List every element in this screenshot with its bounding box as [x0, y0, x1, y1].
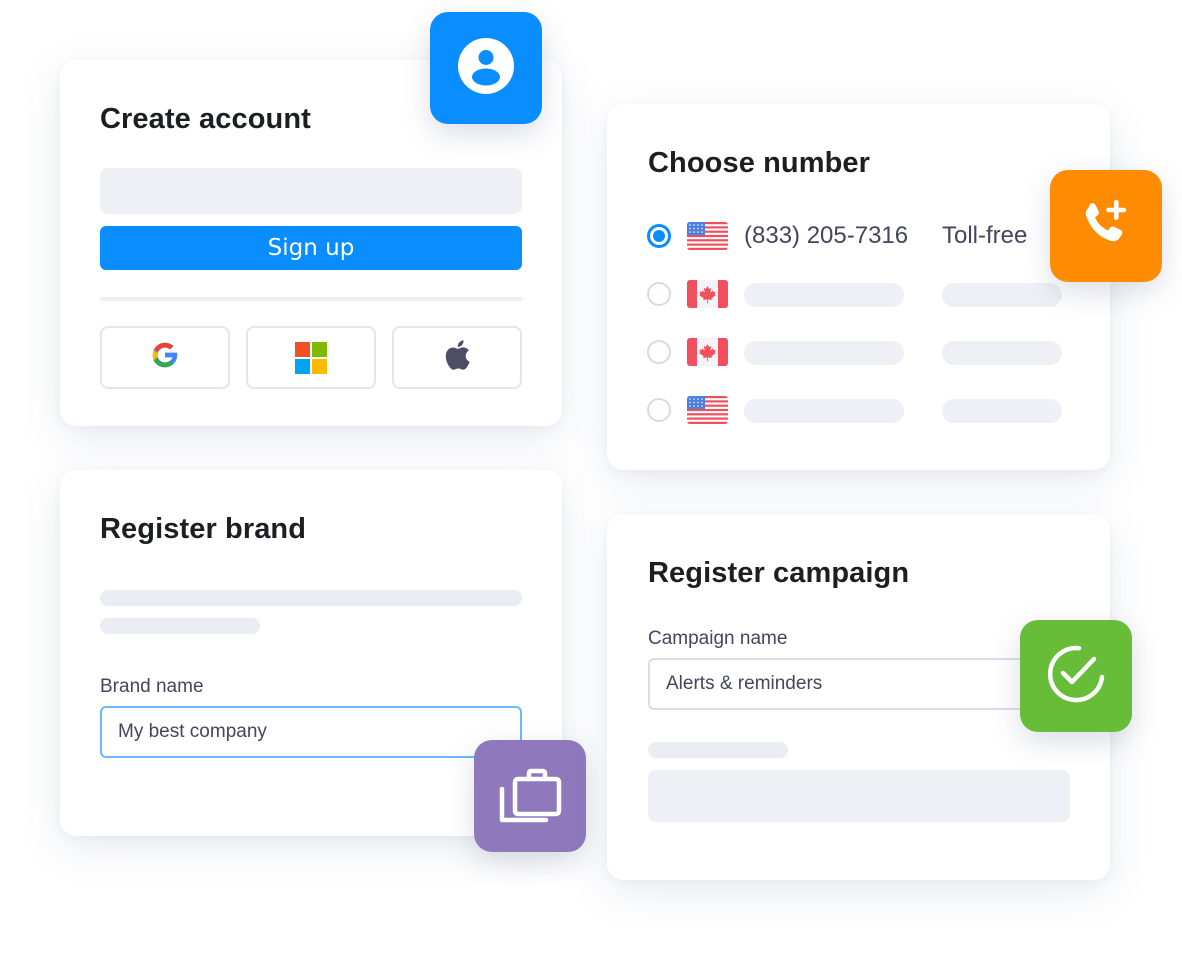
choose-number-title: Choose number [648, 147, 871, 179]
canada-flag-icon [687, 338, 728, 366]
account-badge [430, 12, 542, 124]
field-input-placeholder[interactable] [648, 770, 1070, 822]
number-radio-selected[interactable] [647, 224, 671, 248]
us-flag-icon [687, 396, 728, 424]
register-brand-title: Register brand [100, 513, 307, 545]
number-radio[interactable] [647, 398, 671, 422]
check-circle-icon [1046, 644, 1106, 709]
number-radio[interactable] [647, 340, 671, 364]
brand-badge [474, 740, 586, 852]
description-placeholder-line [100, 590, 522, 606]
briefcase-stack-icon [498, 764, 562, 829]
microsoft-signin-button[interactable] [246, 326, 376, 389]
campaign-name-label: Campaign name [648, 628, 788, 649]
number-option-row[interactable] [607, 396, 1110, 426]
campaign-badge [1020, 620, 1132, 732]
user-circle-icon [457, 37, 515, 100]
number-type: Toll-free [942, 222, 1028, 249]
email-field-placeholder[interactable] [100, 168, 522, 214]
choose-number-card: Choose number (833) 205-7316 Toll-free [607, 104, 1110, 470]
phone-number: (833) 205-7316 [744, 222, 909, 249]
us-flag-icon [687, 222, 728, 250]
field-label-placeholder [648, 742, 788, 758]
divider [100, 297, 522, 301]
microsoft-icon [295, 341, 327, 374]
brand-name-label: Brand name [100, 676, 204, 697]
sign-up-button[interactable]: Sign up [100, 226, 522, 270]
number-option-row[interactable] [607, 280, 1110, 310]
phone-add-icon [1078, 196, 1134, 257]
type-placeholder [942, 399, 1062, 423]
google-icon [149, 339, 181, 376]
type-placeholder [942, 283, 1062, 307]
description-placeholder-line [100, 618, 260, 634]
type-placeholder [942, 341, 1062, 365]
campaign-name-value: Alerts & reminders [666, 673, 823, 694]
google-signin-button[interactable] [100, 326, 230, 389]
number-option-row[interactable]: (833) 205-7316 Toll-free [607, 222, 1110, 252]
apple-icon [442, 339, 472, 376]
create-account-title: Create account [100, 103, 311, 135]
brand-name-input[interactable]: My best company [100, 706, 522, 758]
register-campaign-title: Register campaign [648, 557, 910, 589]
number-option-row[interactable] [607, 338, 1110, 368]
apple-signin-button[interactable] [392, 326, 522, 389]
number-placeholder [744, 341, 904, 365]
phone-badge [1050, 170, 1162, 282]
number-placeholder [744, 283, 904, 307]
number-radio[interactable] [647, 282, 671, 306]
campaign-name-input[interactable]: Alerts & reminders [648, 658, 1070, 710]
number-placeholder [744, 399, 904, 423]
sign-up-label: Sign up [267, 235, 355, 261]
brand-name-value: My best company [118, 721, 267, 742]
canada-flag-icon [687, 280, 728, 308]
